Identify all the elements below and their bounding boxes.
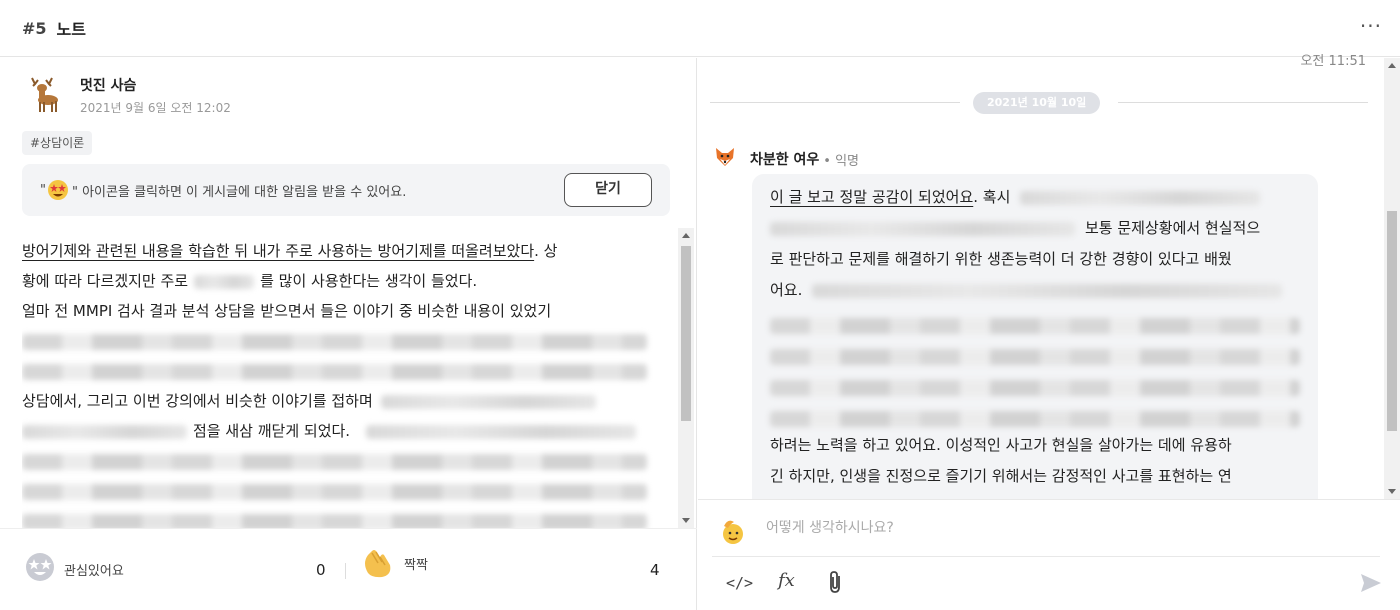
blurred-text bbox=[1020, 190, 1261, 205]
post-tag[interactable]: #상담이론 bbox=[22, 131, 93, 155]
scroll-down-arrow-icon[interactable] bbox=[682, 518, 690, 523]
comment-line-3: 로 판단하고 문제를 해결하기 위한 생존능력이 더 강한 경향이 있다고 배웠 bbox=[770, 250, 1232, 268]
comment-input[interactable]: 어떻게 생각하시나요? bbox=[766, 517, 894, 537]
user-avatar-icon bbox=[718, 516, 748, 546]
body-line-7: 점을 새삼 깨닫게 되었다. bbox=[193, 422, 351, 440]
date-pill: 2021년 10월 10일 bbox=[973, 92, 1101, 114]
anonymous-badge: • 익명 bbox=[823, 153, 860, 169]
post-panel: 멋진 사슴 2021년 9월 6일 오전 12:02 #상담이론 " " 아이콘… bbox=[0, 58, 697, 610]
blurred-line bbox=[22, 356, 672, 386]
body-line-1-underlined: 방어기제와 관련된 내용을 학습한 뒤 내가 주로 사용하는 방어기제를 떠올려… bbox=[22, 242, 535, 260]
blurred-text bbox=[380, 394, 596, 409]
notification-notice: " " 아이콘을 클릭하면 이 게시글에 대한 알림을 받을 수 있어요. 닫기 bbox=[22, 164, 670, 216]
reaction-count: 4 bbox=[650, 561, 660, 579]
body-line-2a: 황에 따라 다르겠지만 주로 bbox=[22, 272, 189, 290]
body-line-3: 얼마 전 MMPI 검사 결과 분석 상담을 받으면서 들은 이야기 중 비슷한… bbox=[22, 302, 552, 320]
blurred-line bbox=[770, 310, 1300, 341]
send-icon[interactable] bbox=[1360, 573, 1382, 593]
close-notice-button[interactable]: 닫기 bbox=[564, 173, 652, 207]
comment-line-2: 보통 문제상황에서 현실적으 bbox=[1085, 219, 1261, 237]
comment-composer: 어떻게 생각하시나요? </> fx bbox=[698, 499, 1400, 610]
scroll-up-arrow-icon[interactable] bbox=[1388, 63, 1396, 68]
comments-scrollbar[interactable] bbox=[1384, 58, 1400, 499]
blurred-text bbox=[770, 221, 1075, 236]
fox-icon bbox=[714, 146, 736, 172]
blurred-text bbox=[812, 283, 1283, 298]
comments-panel: 오전 11:51 2021년 10월 10일 차분한 여우 • 익명 이 글 보… bbox=[698, 54, 1400, 610]
more-dots-icon[interactable]: ··· bbox=[1360, 14, 1382, 38]
comment-line-10: 긴 하지만, 인생을 진정으로 즐기기 위해서는 감정적인 사고를 표현하는 연 bbox=[770, 467, 1232, 485]
reaction-label: 관심있어요 bbox=[64, 563, 124, 579]
deer-avatar-icon bbox=[22, 74, 64, 116]
reaction-label: 짝짝 bbox=[404, 557, 428, 573]
star-eyes-face-icon bbox=[46, 178, 70, 202]
blurred-line bbox=[22, 446, 672, 476]
blurred-line bbox=[22, 506, 672, 528]
comment-line-9: 하려는 노력을 하고 있어요. 이성적인 사고가 현실을 살아가는 데에 유용하 bbox=[770, 436, 1232, 454]
post-date: 2021년 9월 6일 오전 12:02 bbox=[80, 100, 231, 115]
reaction-interested[interactable]: 관심있어요 bbox=[24, 551, 124, 587]
notice-text: " 아이콘을 클릭하면 이 게시글에 대한 알림을 받을 수 있어요. bbox=[71, 184, 407, 200]
blurred-line bbox=[770, 372, 1300, 403]
date-separator: 2021년 10월 10일 bbox=[710, 90, 1368, 114]
blurred-line bbox=[22, 476, 672, 506]
reaction-clap[interactable]: 짝짝 bbox=[360, 543, 428, 583]
blurred-line bbox=[770, 403, 1300, 434]
note-number: #5 bbox=[22, 18, 47, 38]
body-line-2b: 를 많이 사용한다는 생각이 들었다. bbox=[260, 272, 478, 290]
author-name: 멋진 사슴 bbox=[80, 77, 137, 94]
fx-icon[interactable]: fx bbox=[778, 570, 795, 591]
comment-line-1-underlined: 이 글 보고 정말 공감이 되었어요 bbox=[770, 188, 974, 206]
scroll-up-arrow-icon[interactable] bbox=[682, 233, 690, 238]
reaction-count: 0 bbox=[316, 561, 326, 579]
page-title: 노트 bbox=[56, 20, 86, 39]
code-icon[interactable]: </> bbox=[726, 574, 753, 592]
clapping-hands-icon bbox=[360, 543, 396, 583]
post-author: 멋진 사슴 2021년 9월 6일 오전 12:02 bbox=[22, 74, 231, 116]
comment-time: 오전 11:51 bbox=[1300, 54, 1366, 69]
body-line-1-rest: . 상 bbox=[534, 242, 558, 260]
comment-bubble: 이 글 보고 정말 공감이 되었어요. 혹시 보통 문제상황에서 현실적으 로 … bbox=[752, 174, 1318, 500]
reaction-divider bbox=[345, 563, 346, 579]
scroll-down-arrow-icon[interactable] bbox=[1388, 489, 1396, 494]
star-eyes-face-icon bbox=[24, 551, 56, 587]
reaction-bar: 관심있어요 0 짝짝 4 bbox=[0, 528, 697, 610]
paperclip-icon[interactable] bbox=[826, 570, 844, 599]
top-bar: #5 노트 ··· bbox=[0, 0, 1400, 57]
commenter: 차분한 여우 • 익명 bbox=[714, 146, 859, 172]
scroll-thumb[interactable] bbox=[681, 246, 691, 421]
blurred-line bbox=[22, 326, 672, 356]
blurred-line bbox=[770, 341, 1300, 372]
body-line-6: 상담에서, 그리고 이번 강의에서 비슷한 이야기를 접하며 bbox=[22, 392, 373, 410]
blurred-text bbox=[194, 274, 255, 289]
comment-line-1-rest: . 혹시 bbox=[973, 188, 1011, 206]
comment-line-4: 어요. bbox=[770, 281, 803, 299]
scroll-thumb[interactable] bbox=[1387, 211, 1397, 431]
blurred-text bbox=[366, 424, 637, 439]
post-scrollbar[interactable] bbox=[678, 228, 694, 528]
blurred-text bbox=[22, 424, 187, 439]
post-body: 방어기제와 관련된 내용을 학습한 뒤 내가 주로 사용하는 방어기제를 떠올려… bbox=[22, 236, 672, 528]
composer-divider bbox=[712, 556, 1380, 557]
commenter-name: 차분한 여우 bbox=[750, 152, 820, 168]
